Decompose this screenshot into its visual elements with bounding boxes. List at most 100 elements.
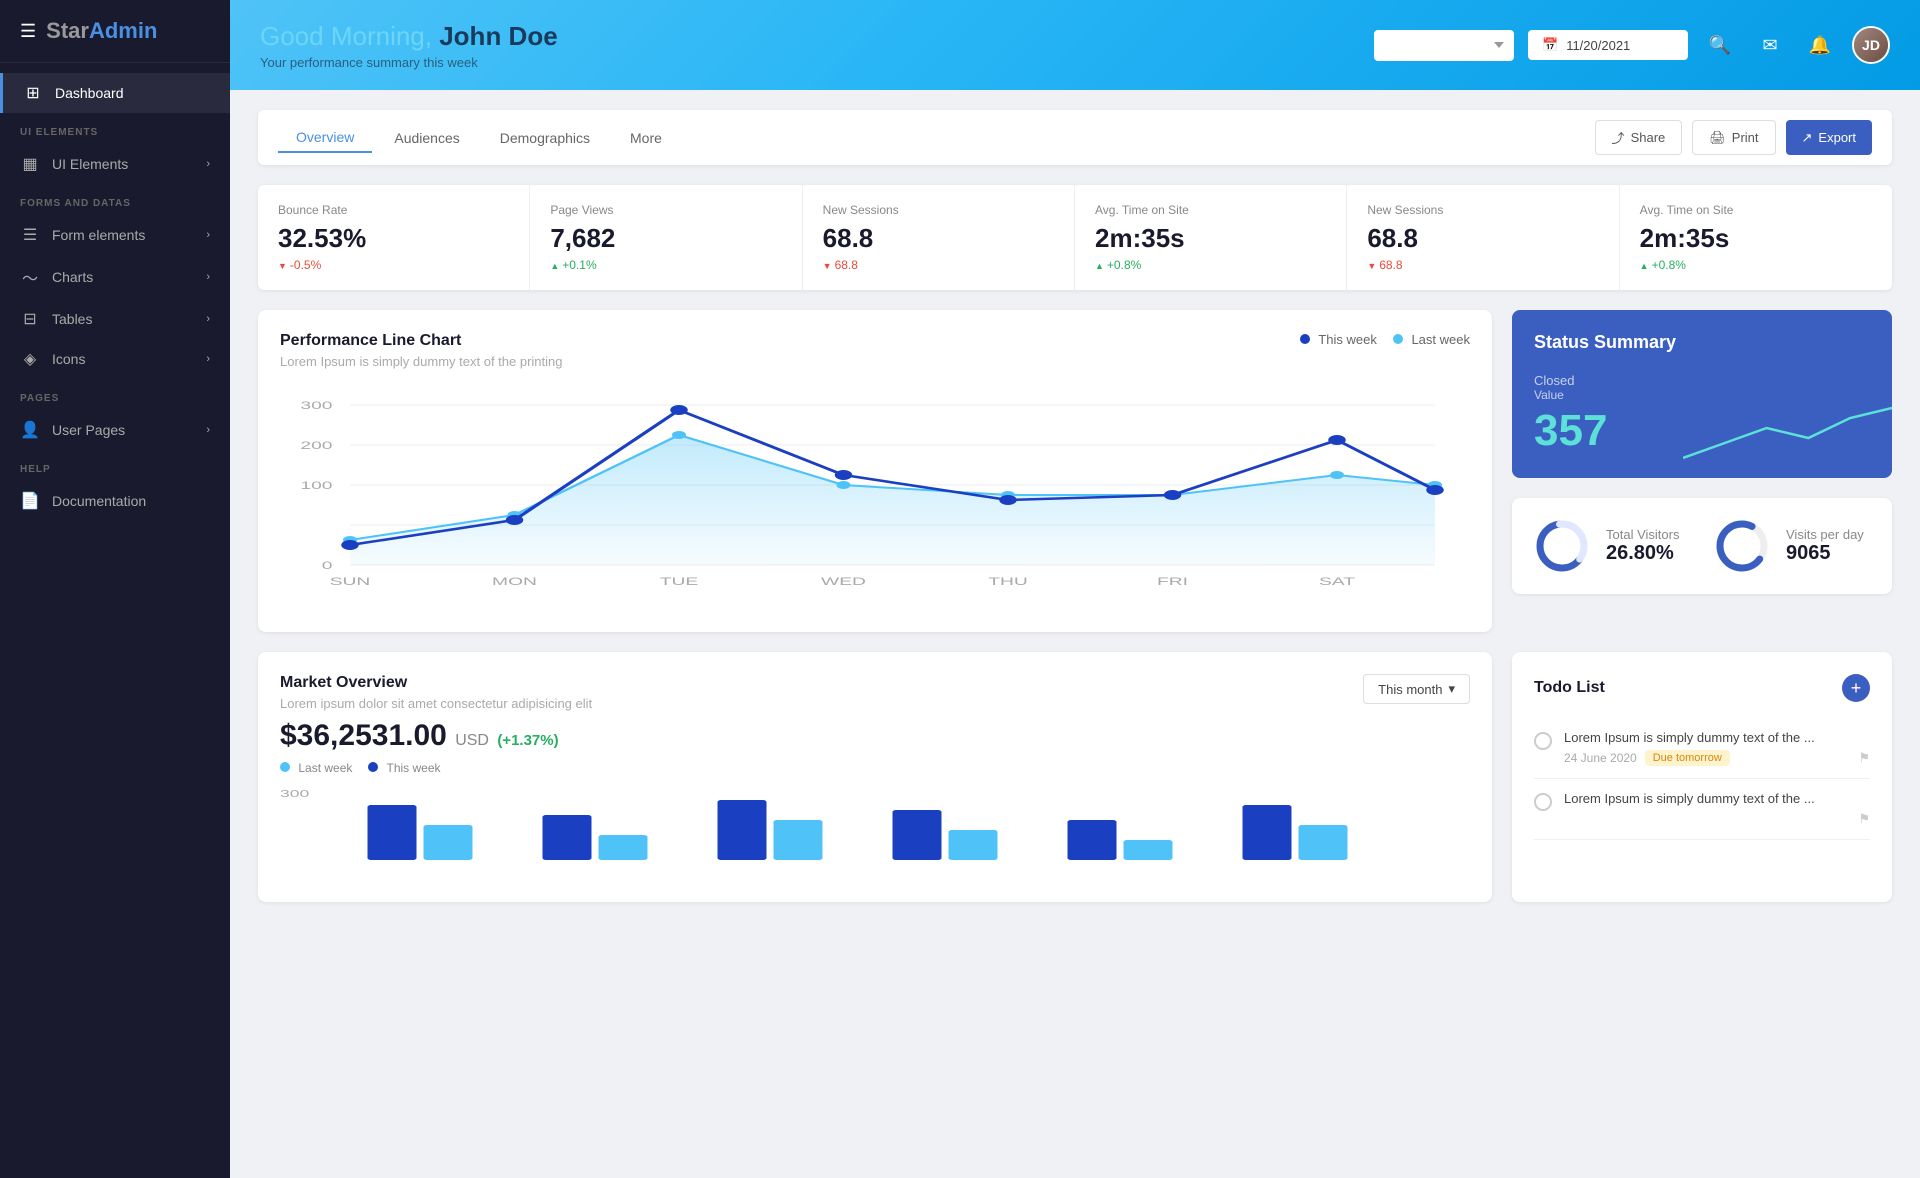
chart-header: Performance Line Chart Lorem Ipsum is si… <box>280 332 1470 369</box>
stat-new-sessions-1: New Sessions 68.8 68.8 <box>803 185 1075 290</box>
stat-value: 32.53% <box>278 223 509 254</box>
stat-label: Bounce Rate <box>278 203 509 217</box>
market-currency: USD <box>455 732 489 749</box>
section-label-forms: FORMS AND DATAS <box>0 184 230 215</box>
sidebar-item-label: Documentation <box>52 493 146 509</box>
arrow-up-icon <box>550 258 559 272</box>
svg-text:SUN: SUN <box>330 576 371 588</box>
svg-text:FRI: FRI <box>1157 576 1188 588</box>
bottom-row: Market Overview Lorem ipsum dolor sit am… <box>258 652 1892 902</box>
section-label-help: HELP <box>0 450 230 481</box>
export-label: Export <box>1818 130 1856 145</box>
header-right: This week This month 📅 11/20/2021 🔍 ✉ 🔔 … <box>1374 26 1890 64</box>
donut-row: Total Visitors 26.80% Visits per da <box>1512 498 1892 594</box>
hamburger-icon[interactable]: ☰ <box>20 21 36 42</box>
todo-header: Todo List + <box>1534 674 1870 702</box>
todo-checkbox[interactable] <box>1534 732 1552 750</box>
todo-checkbox[interactable] <box>1534 793 1552 811</box>
total-visitors-value: 26.80% <box>1606 542 1679 565</box>
arrow-up-icon <box>1095 258 1104 272</box>
section-label-ui: UI ELEMENTS <box>0 113 230 144</box>
doc-icon: 📄 <box>20 491 40 511</box>
stat-value: 68.8 <box>823 223 1054 254</box>
arrow-down-icon <box>278 258 287 272</box>
form-icon: ☰ <box>20 225 40 245</box>
date-display: 📅 11/20/2021 <box>1528 30 1688 60</box>
arrow-icon: › <box>206 158 210 170</box>
tab-overview[interactable]: Overview <box>278 123 372 153</box>
charts-row: Performance Line Chart Lorem Ipsum is si… <box>258 310 1892 632</box>
market-title: Market Overview <box>280 674 592 692</box>
dashboard-icon: ⊞ <box>23 83 43 103</box>
bar-chart-svg: 300 <box>280 785 1470 875</box>
sidebar-item-charts[interactable]: 〜 Charts › <box>0 255 230 299</box>
search-button[interactable]: 🔍 <box>1702 27 1738 63</box>
todo-item: Lorem Ipsum is simply dummy text of the … <box>1534 779 1870 840</box>
stat-value: 2m:35s <box>1640 223 1872 254</box>
tab-demographics[interactable]: Demographics <box>482 123 608 153</box>
arrow-up-icon <box>1640 258 1649 272</box>
print-button[interactable]: 🖨 Print <box>1692 120 1775 155</box>
stat-label: New Sessions <box>823 203 1054 217</box>
logo-text: StarAdmin <box>46 18 157 44</box>
tab-audiences[interactable]: Audiences <box>376 123 477 153</box>
logo-star: Star <box>46 18 89 43</box>
export-icon: ↗ <box>1802 130 1813 146</box>
stat-label: Page Views <box>550 203 781 217</box>
sidebar-item-form-elements[interactable]: ☰ Form elements › <box>0 215 230 255</box>
svg-text:300: 300 <box>280 789 309 800</box>
stat-label: Avg. Time on Site <box>1095 203 1326 217</box>
stat-value: 2m:35s <box>1095 223 1326 254</box>
calendar-icon: 📅 <box>1542 37 1558 53</box>
notification-button[interactable]: 🔔 <box>1802 27 1838 63</box>
sidebar-item-label: Icons <box>52 351 85 367</box>
share-button[interactable]: ⤴ Share <box>1595 120 1683 155</box>
month-filter-label: This month <box>1378 682 1442 697</box>
sidebar-item-documentation[interactable]: 📄 Documentation <box>0 481 230 521</box>
month-filter-button[interactable]: This month ▾ <box>1363 674 1470 704</box>
sidebar-item-tables[interactable]: ⊟ Tables › <box>0 299 230 339</box>
arrow-icon: › <box>206 229 210 241</box>
svg-text:300: 300 <box>300 400 332 412</box>
flag-icon[interactable]: ⚑ <box>1858 811 1870 827</box>
this-week-legend: This week <box>1300 332 1377 347</box>
stat-avg-time-1: Avg. Time on Site 2m:35s +0.8% <box>1075 185 1347 290</box>
export-button[interactable]: ↗ Export <box>1786 120 1872 155</box>
stat-label: Avg. Time on Site <box>1640 203 1872 217</box>
chart-legend: This week Last week <box>1300 332 1470 347</box>
sidebar-item-user-pages[interactable]: 👤 User Pages › <box>0 410 230 450</box>
tab-more[interactable]: More <box>612 123 680 153</box>
avatar[interactable]: JD <box>1852 26 1890 64</box>
stat-new-sessions-2: New Sessions 68.8 68.8 <box>1347 185 1619 290</box>
sidebar-item-dashboard[interactable]: ⊞ Dashboard <box>0 73 230 113</box>
sidebar-item-label: Form elements <box>52 227 145 243</box>
last-week-label: Last week <box>1411 332 1470 347</box>
sidebar-item-label: User Pages <box>52 422 125 438</box>
sidebar-item-icons[interactable]: ◈ Icons › <box>0 339 230 379</box>
arrow-down-icon <box>1367 258 1376 272</box>
period-dropdown[interactable]: This week This month <box>1374 30 1514 61</box>
greeting-subtitle: Your performance summary this week <box>260 55 558 70</box>
charts-icon: 〜 <box>20 265 40 289</box>
market-overview-card: Market Overview Lorem ipsum dolor sit am… <box>258 652 1492 902</box>
todo-add-button[interactable]: + <box>1842 674 1870 702</box>
todo-date: 24 June 2020 <box>1564 751 1637 765</box>
sidebar-item-ui-elements[interactable]: ▦ UI Elements › <box>0 144 230 184</box>
tables-icon: ⊟ <box>20 309 40 329</box>
logo-admin: Admin <box>89 18 157 43</box>
arrow-icon: › <box>206 313 210 325</box>
stat-label: New Sessions <box>1367 203 1598 217</box>
svg-text:WED: WED <box>821 576 866 588</box>
mail-button[interactable]: ✉ <box>1752 27 1788 63</box>
stat-change: 68.8 <box>823 258 1054 272</box>
market-legend: Last week This week <box>280 761 1470 775</box>
this-week-legend: This week <box>368 761 440 775</box>
stat-change: 68.8 <box>1367 258 1598 272</box>
section-label-pages: PAGES <box>0 379 230 410</box>
flag-icon[interactable]: ⚑ <box>1858 750 1870 766</box>
svg-text:100: 100 <box>300 480 332 492</box>
stat-avg-time-2: Avg. Time on Site 2m:35s +0.8% <box>1620 185 1892 290</box>
arrow-icon: › <box>206 271 210 283</box>
market-amount: $36,2531.00 USD (+1.37%) <box>280 719 559 753</box>
todo-title: Todo List <box>1534 679 1605 697</box>
